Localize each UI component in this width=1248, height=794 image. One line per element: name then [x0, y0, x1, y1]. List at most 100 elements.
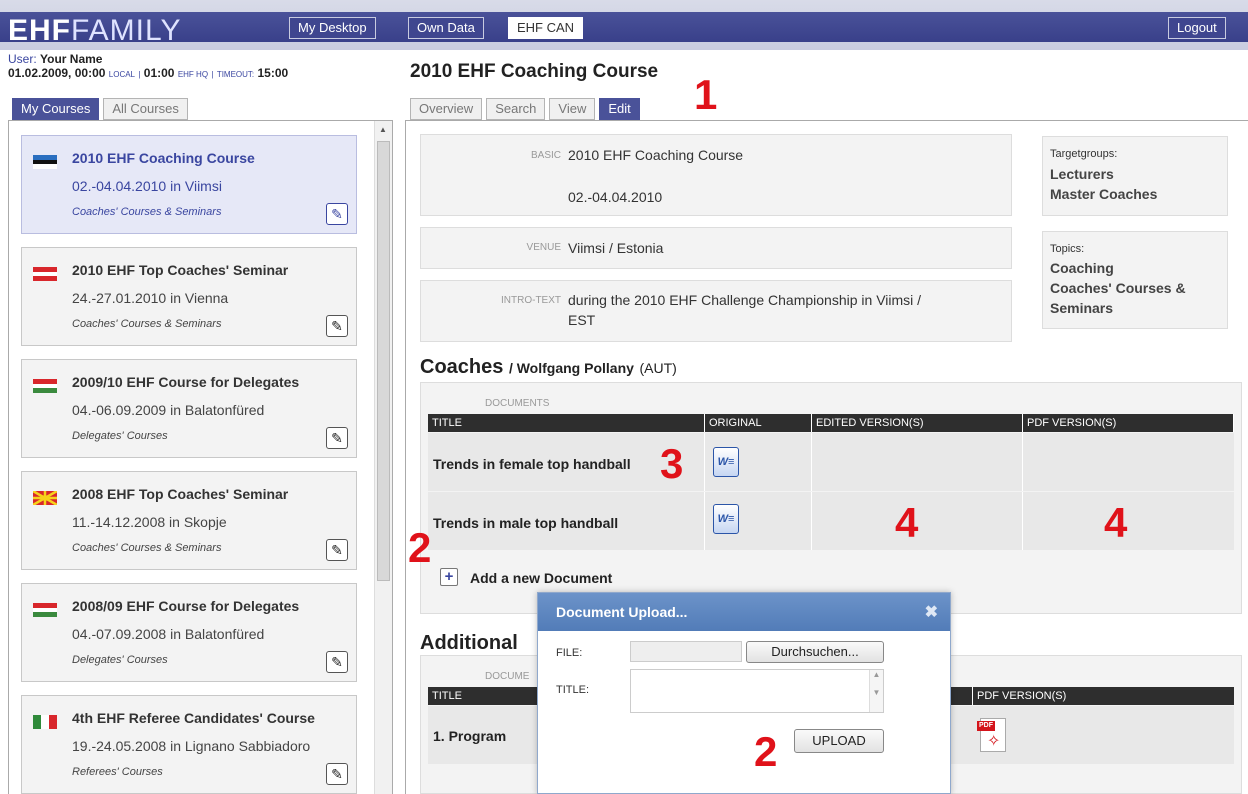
table-row[interactable]: Trends in female top handball W≡: [428, 433, 1234, 491]
course-date: 19.-24.05.2008 in Lignano Sabbiadoro: [72, 738, 311, 754]
col-original: ORIGINAL: [705, 414, 812, 432]
page-title: 2010 EHF Coaching Course: [410, 61, 659, 82]
nav-ehf-can[interactable]: EHF CAN: [508, 17, 584, 39]
targetgroup-item: Lecturers: [1050, 166, 1114, 182]
course-card[interactable]: 2008/09 EHF Course for Delegates 04.-07.…: [21, 583, 357, 682]
main-tabs: Overview Search View Edit: [410, 98, 640, 120]
course-date: 04.-07.09.2008 in Balatonfüred: [72, 626, 265, 642]
cell-original: W≡: [705, 433, 812, 491]
course-card[interactable]: 4th EHF Referee Candidates' Course 19.-2…: [21, 695, 357, 794]
course-category: Coaches' Courses & Seminars: [72, 206, 222, 218]
pencil-icon[interactable]: ✎: [326, 203, 348, 225]
col-edited: EDITED VERSION(S): [812, 414, 1023, 432]
course-card[interactable]: 2009/10 EHF Course for Delegates 04.-06.…: [21, 359, 357, 458]
annotation-marker-4: 4: [1104, 499, 1128, 546]
course-list[interactable]: ▲ 2010 EHF Coaching Course 02.-04.04.201…: [8, 120, 393, 794]
macedonia-flag-icon: [33, 491, 57, 505]
file-input[interactable]: [630, 641, 742, 662]
hungary-flag-icon: [33, 603, 57, 617]
course-title[interactable]: 2008 EHF Top Coaches' Seminar: [72, 486, 288, 502]
annotation-marker-4: 4: [895, 499, 919, 546]
file-label: FILE:: [556, 647, 583, 659]
course-date: 02.-04.04.2010 in Viimsi: [72, 178, 222, 194]
col-pdf: PDF VERSION(S): [1023, 414, 1234, 432]
tab-my-courses[interactable]: My Courses: [12, 98, 100, 120]
tab-search[interactable]: Search: [486, 98, 546, 120]
course-title[interactable]: 4th EHF Referee Candidates' Course: [72, 710, 315, 726]
user-name: Your Name: [40, 52, 103, 66]
targetgroups-label: Targetgroups:: [1050, 148, 1118, 160]
course-title[interactable]: 2009/10 EHF Course for Delegates: [72, 374, 299, 390]
hungary-flag-icon: [33, 379, 57, 393]
annotation-marker-2: 2: [754, 728, 778, 775]
documents-label: DOCUME: [485, 671, 530, 682]
course-category: Referees' Courses: [72, 766, 163, 778]
course-category: Delegates' Courses: [72, 430, 168, 442]
nav-bar: [0, 12, 1248, 42]
textarea-scrollbar[interactable]: ▲ ▼: [869, 670, 883, 712]
title-label: TITLE:: [556, 684, 590, 696]
course-date: 24.-27.01.2010 in Vienna: [72, 290, 229, 306]
word-document-icon[interactable]: W≡: [713, 447, 739, 477]
course-category: Delegates' Courses: [72, 654, 168, 666]
documents-table-header: TITLE ORIGINAL EDITED VERSION(S) PDF VER…: [428, 414, 1234, 432]
pencil-icon[interactable]: ✎: [326, 651, 348, 673]
dialog-title: Document Upload...: [538, 593, 950, 631]
targetgroups-box[interactable]: Targetgroups: Lecturers Master Coaches: [1042, 136, 1228, 216]
course-title[interactable]: 2010 EHF Coaching Course: [72, 150, 255, 166]
document-upload-dialog: Document Upload... ✖ FILE: Durchsuchen..…: [537, 592, 951, 794]
pencil-icon[interactable]: ✎: [326, 763, 348, 785]
austria-flag-icon: [33, 267, 57, 281]
course-date: 11.-14.12.2008 in Skopje: [72, 514, 227, 530]
cell-original: W≡: [705, 492, 812, 550]
document-title: Trends in male top handball: [433, 515, 619, 531]
timeout-value: 15:00: [257, 66, 289, 80]
topics-box[interactable]: Topics: Coaching Coaches' Courses & Semi…: [1042, 231, 1228, 329]
pdf-document-icon[interactable]: PDF ✧: [977, 718, 1006, 752]
basic-field[interactable]: BASIC 2010 EHF Coaching Course 02.-04.04…: [420, 134, 1012, 216]
tab-edit[interactable]: Edit: [599, 98, 640, 120]
documents-label: DOCUMENTS: [485, 398, 550, 409]
venue-field[interactable]: VENUE Viimsi / Estonia: [420, 227, 1012, 269]
topic-item: Coaching: [1050, 260, 1114, 276]
word-document-icon[interactable]: W≡: [713, 504, 739, 534]
nav-my-desktop[interactable]: My Desktop: [289, 17, 376, 39]
targetgroup-item: Master Coaches: [1050, 186, 1158, 202]
course-date: 04.-06.09.2009 in Balatonfüred: [72, 402, 265, 418]
tab-all-courses[interactable]: All Courses: [103, 98, 188, 120]
course-card[interactable]: 2008 EHF Top Coaches' Seminar 11.-14.12.…: [21, 471, 357, 570]
logout-button[interactable]: Logout: [1168, 17, 1226, 39]
upload-button[interactable]: UPLOAD: [794, 729, 884, 753]
coach-name: / Wolfgang Pollany: [508, 360, 634, 376]
acrobat-swirl-icon: ✧: [987, 733, 1001, 750]
pdf-tag: PDF: [977, 721, 995, 731]
document-title: Trends in female top handball: [433, 456, 631, 472]
course-title[interactable]: 2008/09 EHF Course for Delegates: [72, 598, 299, 614]
close-icon[interactable]: ✖: [925, 602, 938, 622]
cell-title: Trends in male top handball: [428, 492, 705, 550]
pencil-icon[interactable]: ✎: [326, 315, 348, 337]
course-card[interactable]: 2010 EHF Top Coaches' Seminar 24.-27.01.…: [21, 247, 357, 346]
basic-date: 02.-04.04.2010: [568, 189, 663, 205]
pencil-icon[interactable]: ✎: [326, 427, 348, 449]
topic-item: Seminars: [1050, 300, 1114, 316]
plus-icon[interactable]: +: [440, 568, 458, 586]
pencil-icon[interactable]: ✎: [326, 539, 348, 561]
nav-own-data[interactable]: Own Data: [408, 17, 484, 39]
scroll-thumb[interactable]: [377, 141, 390, 581]
additional-heading: Additional: [420, 632, 518, 654]
title-textarea[interactable]: ▲ ▼: [630, 669, 884, 713]
course-list-scrollbar[interactable]: ▲: [374, 121, 392, 794]
browse-button[interactable]: Durchsuchen...: [746, 641, 884, 663]
tab-view[interactable]: View: [549, 98, 596, 120]
left-tabs: My Courses All Courses: [12, 98, 188, 120]
course-title[interactable]: 2010 EHF Top Coaches' Seminar: [72, 262, 288, 278]
basic-label: BASIC: [530, 150, 561, 161]
tab-overview[interactable]: Overview: [410, 98, 483, 120]
app-logo[interactable]: EHFFAMILY: [8, 14, 181, 48]
course-card[interactable]: 2010 EHF Coaching Course 02.-04.04.2010 …: [21, 135, 357, 234]
intro-text-field[interactable]: INTRO-TEXT during the 2010 EHF Challenge…: [420, 280, 1012, 342]
add-document-link[interactable]: Add a new Document: [470, 570, 612, 586]
scroll-up-icon[interactable]: ▲: [379, 125, 387, 134]
course-category: Coaches' Courses & Seminars: [72, 542, 222, 554]
